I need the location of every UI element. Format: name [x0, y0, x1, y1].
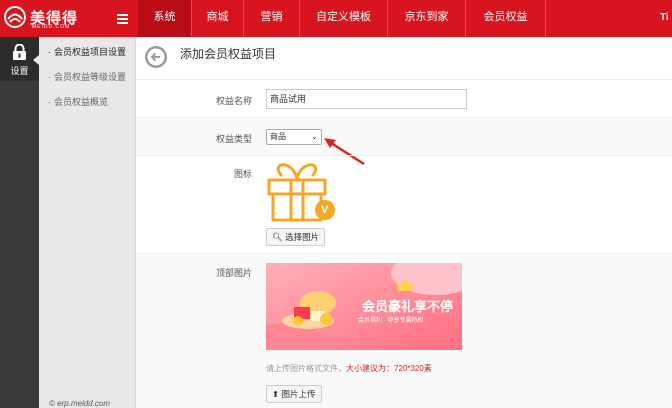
search-icon: 🔍︎: [272, 232, 283, 242]
banner-subtitle: 会员福利 · 尊享专属特权: [358, 318, 424, 324]
type-select[interactable]: 商品 ⌄: [266, 129, 322, 145]
upload-icon: ⬆︎: [272, 389, 280, 399]
nav-item-mall[interactable]: 商城: [192, 0, 244, 37]
name-label: 权益名称: [215, 96, 252, 106]
nav-item-marketing[interactable]: 营销: [244, 0, 300, 37]
upload-hint: 请上传图片格式文件，大小建议为：720*320素: [266, 364, 432, 373]
top-nav: 系统 商城 营销 自定义模板 京东到家 会员权益: [138, 0, 546, 37]
nav-item-member-rights[interactable]: 会员权益: [466, 0, 546, 37]
banner-title: 会员豪礼享不停: [362, 299, 454, 314]
type-label: 权益类型: [215, 134, 252, 144]
main-content: 添加会员权益项目 权益名称 商品试用 权益类型 商品 ⌄ 图标 V 🔍︎ 选择图…: [136, 37, 672, 408]
top-image-label: 顶部图片: [215, 268, 252, 278]
upload-hint-size: 大小建议为：720*320素: [346, 364, 432, 373]
left-rail: 设置: [0, 37, 39, 408]
copyright: © erp.meidd.com: [49, 399, 111, 408]
name-input[interactable]: 商品试用: [266, 89, 467, 109]
choose-image-button[interactable]: 🔍︎ 选择图片: [266, 228, 326, 246]
brand-sub: MEIDD.COM: [32, 24, 71, 30]
upload-image-button[interactable]: ⬆︎ 图片上传: [266, 385, 322, 403]
divider: [136, 79, 672, 80]
submenu: · 会员权益项目设置 · 会员权益等级设置 · 会员权益概览 © erp.meidd.…: [39, 37, 136, 408]
menu-toggle-icon[interactable]: [117, 14, 128, 24]
top-image-banner: 会员豪礼享不停 会员福利 · 尊享专属特权: [266, 263, 462, 350]
nav-item-jd-daojia[interactable]: 京东到家: [388, 0, 466, 37]
top-bar: 美得得 MEIDD.COM 系统 商城 营销 自定义模板 京东到家 会员权益 T…: [0, 0, 672, 37]
nav-item-custom-template[interactable]: 自定义模板: [300, 0, 388, 37]
icon-badge-letter: V: [321, 204, 329, 216]
nav-item-system[interactable]: 系统: [138, 0, 192, 37]
back-button[interactable]: [145, 46, 167, 68]
logo-mark-icon: [4, 6, 26, 28]
bullet-icon: ·: [48, 97, 51, 107]
bullet-icon: ·: [48, 72, 51, 82]
submenu-item-rights-overview[interactable]: · 会员权益概览: [48, 95, 108, 108]
arrow-left-icon: [147, 48, 165, 66]
submenu-item-rights-project[interactable]: · 会员权益项目设置: [48, 45, 126, 58]
lock-icon: [13, 44, 26, 60]
brand-logo[interactable]: 美得得 MEIDD.COM: [4, 6, 104, 32]
chevron-down-icon: ⌄: [311, 132, 318, 141]
bullet-icon: ·: [48, 47, 51, 57]
divider: [136, 155, 672, 156]
divider: [136, 117, 672, 118]
icon-label: 图标: [233, 169, 252, 179]
top-right-text[interactable]: Ti: [660, 12, 669, 23]
page-title: 添加会员权益项目: [180, 47, 277, 61]
rail-settings-label: 设置: [10, 66, 29, 76]
submenu-item-rights-level[interactable]: · 会员权益等级设置: [48, 70, 126, 83]
